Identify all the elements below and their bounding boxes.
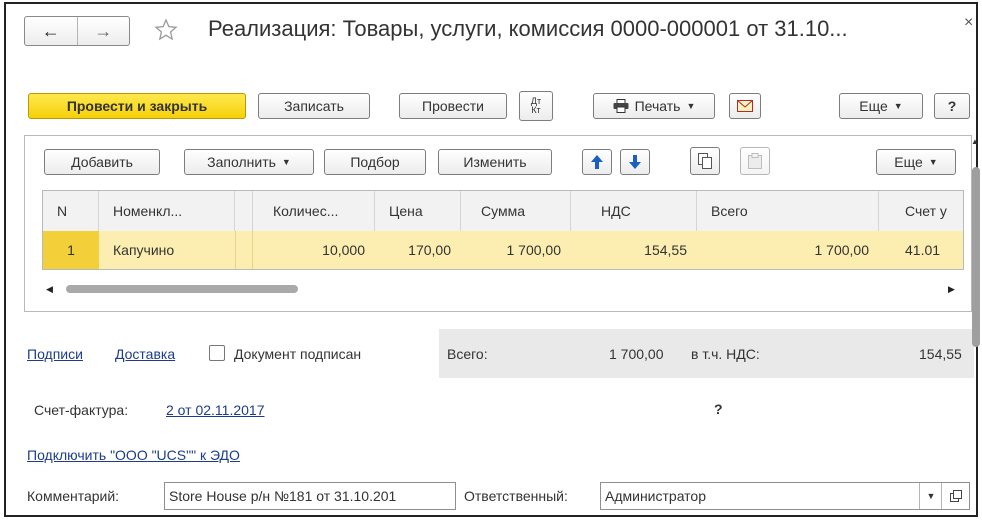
- open-form-icon[interactable]: [941, 483, 969, 509]
- forward-button[interactable]: →: [76, 17, 130, 45]
- column-header-quantity[interactable]: Количес...: [253, 191, 375, 231]
- document-window: ← → Реализация: Товары, услуги, комиссия…: [4, 2, 978, 517]
- total-value: 1 700,00: [609, 346, 664, 362]
- scroll-up-icon[interactable]: ▲: [971, 137, 979, 146]
- fill-button[interactable]: Заполнить ▼: [184, 149, 314, 175]
- chevron-down-icon: ▼: [281, 157, 291, 167]
- mail-button[interactable]: [729, 93, 761, 119]
- cell-account[interactable]: 41.01: [879, 231, 963, 269]
- signed-checkbox[interactable]: [209, 345, 225, 361]
- table-row[interactable]: 1 Капучино 10,000 170,00 1 700,00 154,55…: [43, 231, 963, 269]
- total-label: Всего:: [447, 346, 488, 362]
- chevron-down-icon: ▼: [893, 101, 903, 111]
- paste-button[interactable]: [740, 147, 770, 175]
- vertical-scrollbar[interactable]: ▲: [970, 125, 980, 515]
- copy-button[interactable]: [690, 147, 720, 175]
- move-down-button[interactable]: [620, 149, 650, 175]
- table-more-button[interactable]: Еще ▼: [876, 149, 956, 175]
- print-button[interactable]: Печать ▼: [593, 93, 715, 119]
- column-header-account[interactable]: Счет у: [879, 191, 963, 231]
- select-button[interactable]: Подбор: [324, 149, 426, 175]
- column-header-price[interactable]: Цена: [375, 191, 461, 231]
- arrow-up-icon: [591, 155, 603, 169]
- goods-grid[interactable]: N Номенкл... Количес... Цена Сумма НДС В…: [42, 190, 964, 270]
- column-header-sum[interactable]: Сумма: [461, 191, 571, 231]
- nav-buttons: ← →: [24, 16, 130, 46]
- dt-kt-icon: Дт Кт: [530, 96, 542, 115]
- fill-label: Заполнить: [207, 154, 276, 170]
- star-icon[interactable]: [154, 18, 178, 42]
- change-button[interactable]: Изменить: [438, 149, 552, 175]
- comment-label: Комментарий:: [27, 488, 120, 504]
- delivery-link[interactable]: Доставка: [115, 346, 175, 362]
- vat-label: в т.ч. НДС:: [691, 346, 760, 362]
- invoice-label: Счет-фактура:: [34, 402, 129, 418]
- edo-connect-link[interactable]: Подключить "ООО "UCS"" к ЭДО: [27, 447, 240, 463]
- column-header-n[interactable]: N: [43, 191, 99, 231]
- close-icon[interactable]: ×: [964, 14, 973, 32]
- cell-n[interactable]: 1: [43, 231, 99, 269]
- grid-header: N Номенкл... Количес... Цена Сумма НДС В…: [43, 191, 963, 232]
- column-header-vat[interactable]: НДС: [571, 191, 697, 231]
- more-button[interactable]: Еще ▼: [839, 93, 923, 119]
- signatures-link[interactable]: Подписи: [27, 346, 83, 362]
- print-label: Печать: [634, 98, 681, 114]
- vertical-scroll-thumb[interactable]: [972, 167, 980, 347]
- invoice-question[interactable]: ?: [714, 401, 723, 417]
- responsible-value: Администратор: [605, 488, 707, 504]
- responsible-input[interactable]: Администратор ▼: [600, 482, 970, 510]
- printer-icon: [613, 99, 629, 113]
- table-more-label: Еще: [894, 154, 923, 170]
- chevron-down-icon[interactable]: ▼: [919, 483, 942, 509]
- responsible-label: Ответственный:: [464, 488, 568, 504]
- vat-value: 154,55: [919, 346, 962, 362]
- horizontal-scroll-thumb[interactable]: [66, 285, 298, 293]
- paste-icon: [748, 153, 762, 169]
- back-button[interactable]: ←: [25, 17, 77, 45]
- help-button[interactable]: ?: [934, 93, 970, 119]
- invoice-link[interactable]: 2 от 02.11.2017: [166, 402, 265, 418]
- move-up-button[interactable]: [582, 149, 612, 175]
- scroll-left-icon[interactable]: ◀: [46, 284, 53, 295]
- window-title: Реализация: Товары, услуги, комиссия 000…: [208, 16, 848, 41]
- copy-icon: [698, 153, 712, 169]
- cell-spacer: [235, 231, 253, 269]
- cell-price[interactable]: 170,00: [375, 231, 461, 269]
- arrow-down-icon: [629, 155, 641, 169]
- column-header-total[interactable]: Всего: [697, 191, 879, 231]
- cell-total[interactable]: 1 700,00: [697, 231, 879, 269]
- cell-sum[interactable]: 1 700,00: [461, 231, 571, 269]
- signed-label: Документ подписан: [234, 346, 362, 362]
- dt-kt-button[interactable]: Дт Кт: [519, 91, 553, 121]
- more-label: Еще: [859, 98, 888, 114]
- horizontal-scrollbar[interactable]: ◀ ▶: [44, 280, 962, 298]
- totals-panel: Всего: 1 700,00 в т.ч. НДС: 154,55: [439, 329, 974, 378]
- cell-nomenclature[interactable]: Капучино: [99, 231, 235, 269]
- column-header-nomenclature[interactable]: Номенкл...: [99, 191, 235, 231]
- add-row-button[interactable]: Добавить: [44, 149, 160, 175]
- comment-input[interactable]: Store House р/н №181 от 31.10.201: [164, 482, 456, 510]
- chevron-down-icon: ▼: [686, 101, 696, 111]
- cell-quantity[interactable]: 10,000: [253, 231, 375, 269]
- post-and-close-button[interactable]: Провести и закрыть: [28, 93, 246, 119]
- post-button[interactable]: Провести: [399, 93, 507, 119]
- envelope-icon: [737, 100, 753, 112]
- chevron-down-icon: ▼: [928, 157, 938, 167]
- column-header-spacer: [235, 191, 253, 231]
- cell-vat[interactable]: 154,55: [571, 231, 697, 269]
- scroll-right-icon[interactable]: ▶: [948, 284, 955, 295]
- save-button[interactable]: Записать: [258, 93, 370, 119]
